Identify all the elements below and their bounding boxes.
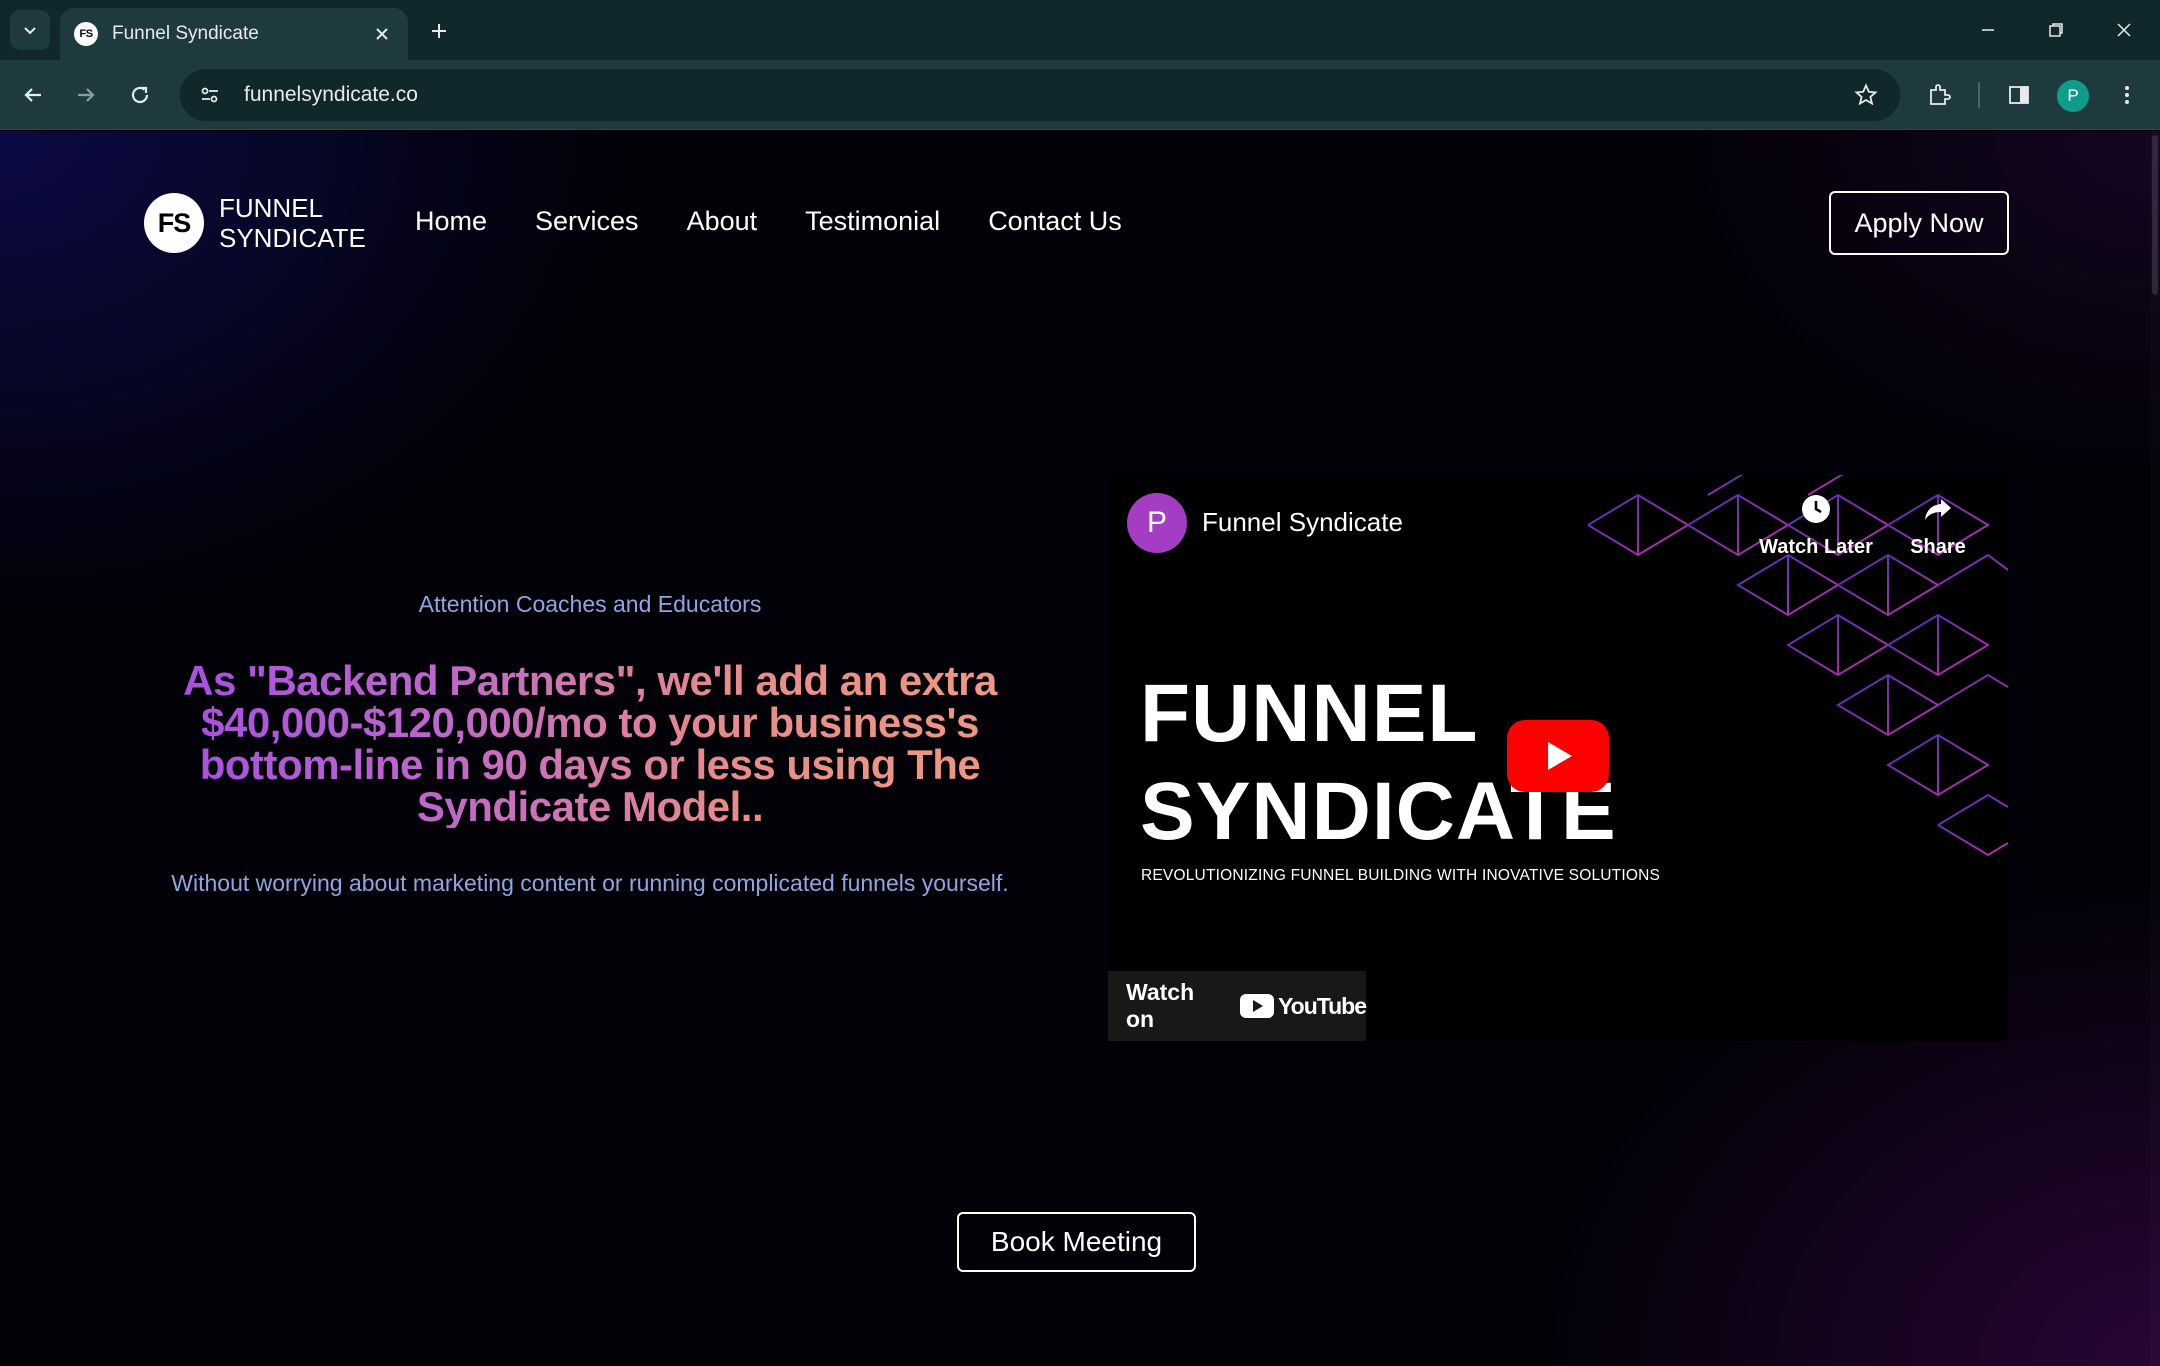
nav-home[interactable]: Home xyxy=(415,206,487,237)
book-meeting-button[interactable]: Book Meeting xyxy=(957,1212,1196,1272)
nav-testimonial[interactable]: Testimonial xyxy=(805,206,940,237)
video-tagline: REVOLUTIONIZING FUNNEL BUILDING WITH INO… xyxy=(1141,867,1661,884)
page-scrollbar[interactable] xyxy=(2150,131,2160,1366)
watch-later-label: Watch Later xyxy=(1759,536,1873,558)
hero-copy: Attention Coaches and Educators As "Back… xyxy=(130,591,1050,897)
bookmark-button[interactable] xyxy=(1846,75,1886,115)
site-logo[interactable]: FS FUNNEL SYNDICATE xyxy=(144,193,366,253)
watch-on-youtube-button[interactable]: Watch on YouTube xyxy=(1108,971,1367,1041)
web-page: FS FUNNEL SYNDICATE Home Services About … xyxy=(0,131,2160,1366)
youtube-embed[interactable]: P Funnel Syndicate Watch Later Share FUN… xyxy=(1108,475,2008,1041)
browser-toolbar: funnelsyndicate.co xyxy=(0,60,2160,130)
watch-later-button[interactable]: Watch Later xyxy=(1756,493,1876,559)
youtube-icon xyxy=(1240,994,1275,1018)
tab-close-button[interactable] xyxy=(370,22,394,46)
logo-wordmark: FUNNEL SYNDICATE xyxy=(219,193,366,253)
restore-icon xyxy=(2049,23,2063,37)
extensions-icon xyxy=(1930,84,1951,105)
logo-badge: FS xyxy=(144,193,204,253)
youtube-wordmark: YouTube xyxy=(1278,992,1367,1019)
new-tab-button[interactable] xyxy=(422,14,456,48)
channel-avatar[interactable]: P xyxy=(1127,493,1187,553)
back-icon xyxy=(24,88,41,102)
minimize-button[interactable] xyxy=(1966,10,2010,50)
logo-line-2: SYNDICATE xyxy=(219,223,366,253)
restore-button[interactable] xyxy=(2034,10,2078,50)
minimize-icon xyxy=(1982,29,1994,31)
share-button[interactable]: Share xyxy=(1878,493,1998,559)
reload-button[interactable] xyxy=(119,74,161,116)
plus-icon xyxy=(432,24,446,38)
logo-line-1: FUNNEL xyxy=(219,193,324,223)
share-label: Share xyxy=(1910,536,1966,558)
channel-name[interactable]: Funnel Syndicate xyxy=(1202,507,1403,538)
hero-subline: Without worrying about marketing content… xyxy=(171,870,1009,896)
window-close-icon xyxy=(2117,23,2131,37)
forward-button[interactable] xyxy=(65,74,107,116)
nav-about[interactable]: About xyxy=(687,206,758,237)
browser-menu-button[interactable] xyxy=(2108,76,2146,114)
chevron-down-icon xyxy=(24,27,36,35)
scrollbar-thumb[interactable] xyxy=(2152,135,2158,295)
extensions-button[interactable] xyxy=(1920,76,1958,114)
forward-icon xyxy=(78,88,95,102)
site-info-icon xyxy=(201,87,218,103)
play-button[interactable] xyxy=(1507,720,1609,792)
clock-icon xyxy=(1802,495,1830,523)
toolbar-divider xyxy=(1978,82,1980,108)
browser-tab[interactable]: FS Funnel Syndicate xyxy=(60,8,408,60)
nav-services[interactable]: Services xyxy=(535,206,639,237)
reload-icon xyxy=(131,86,149,104)
star-icon xyxy=(1854,83,1878,106)
share-icon xyxy=(1925,499,1951,520)
apply-now-button[interactable]: Apply Now xyxy=(1829,191,2009,255)
tab-search-button[interactable] xyxy=(10,10,50,50)
tab-favicon-icon: FS xyxy=(74,22,98,46)
site-info-button[interactable] xyxy=(192,77,228,113)
close-icon xyxy=(376,28,388,40)
hero-eyebrow: Attention Coaches and Educators xyxy=(418,591,762,617)
back-button[interactable] xyxy=(12,74,54,116)
nav-contact-us[interactable]: Contact Us xyxy=(988,206,1122,237)
menu-icon xyxy=(2125,86,2129,104)
tab-title: Funnel Syndicate xyxy=(112,23,259,44)
hero-headline: As "Backend Partners", we'll add an extr… xyxy=(130,660,1050,828)
profile-avatar[interactable]: P xyxy=(2057,80,2089,112)
watch-on-label: Watch on xyxy=(1126,979,1195,1032)
youtube-logo: YouTube xyxy=(1240,992,1367,1020)
window-close-button[interactable] xyxy=(2102,10,2146,50)
address-bar[interactable]: funnelsyndicate.co xyxy=(180,69,1900,121)
url-text[interactable]: funnelsyndicate.co xyxy=(244,83,1846,107)
side-panel-button[interactable] xyxy=(2000,76,2038,114)
browser-tab-strip: FS Funnel Syndicate xyxy=(0,0,2160,60)
side-panel-icon xyxy=(2009,86,2029,104)
main-nav: Home Services About Testimonial Contact … xyxy=(415,206,1122,237)
